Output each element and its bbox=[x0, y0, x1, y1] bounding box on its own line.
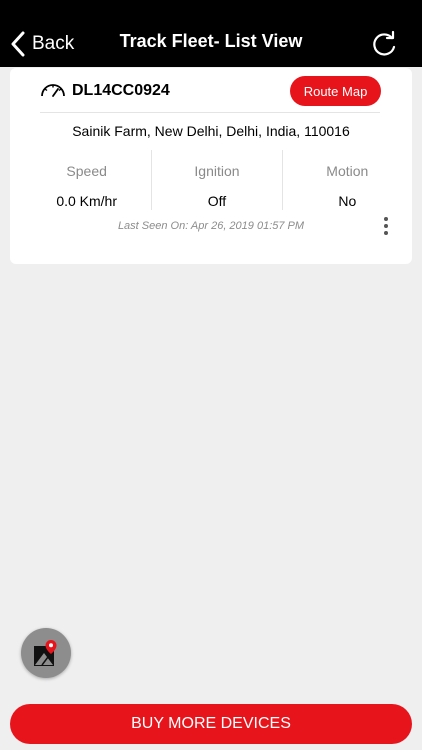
refresh-icon[interactable] bbox=[370, 30, 398, 58]
navigation-bar: Back Track Fleet- List View bbox=[0, 0, 422, 67]
vehicle-number: DL14CC0924 bbox=[72, 82, 170, 99]
map-view-button[interactable] bbox=[21, 628, 71, 678]
vehicle-card[interactable]: DL14CC0924 Route Map Sainik Farm, New De… bbox=[10, 68, 412, 264]
stat-motion: Motion No bbox=[281, 150, 412, 210]
vehicle-card-header: DL14CC0924 Route Map bbox=[10, 68, 412, 112]
buy-more-devices-button[interactable]: BUY MORE DEVICES bbox=[10, 704, 412, 744]
stat-speed: Speed 0.0 Km/hr bbox=[22, 150, 151, 210]
header-divider bbox=[40, 112, 380, 113]
stat-ignition: Ignition Off bbox=[151, 150, 281, 210]
page-title: Track Fleet- List View bbox=[119, 31, 303, 51]
more-vertical-icon[interactable] bbox=[380, 216, 392, 236]
stat-value: Off bbox=[207, 193, 227, 209]
stat-label: Motion bbox=[326, 163, 369, 179]
route-map-button[interactable]: Route Map bbox=[290, 76, 381, 106]
stat-value: No bbox=[338, 193, 357, 209]
map-pin-icon bbox=[34, 640, 57, 666]
speedometer-icon bbox=[41, 84, 65, 97]
stat-value: 0.0 Km/hr bbox=[56, 193, 118, 209]
stat-label: Ignition bbox=[194, 163, 240, 179]
vehicle-address: Sainik Farm, New Delhi, Delhi, India, 11… bbox=[72, 123, 350, 139]
vehicle-stats: Speed 0.0 Km/hr Ignition Off Motion No bbox=[22, 150, 412, 210]
last-seen-text: Last Seen On: Apr 26, 2019 01:57 PM bbox=[117, 220, 305, 232]
stat-label: Speed bbox=[66, 163, 107, 179]
